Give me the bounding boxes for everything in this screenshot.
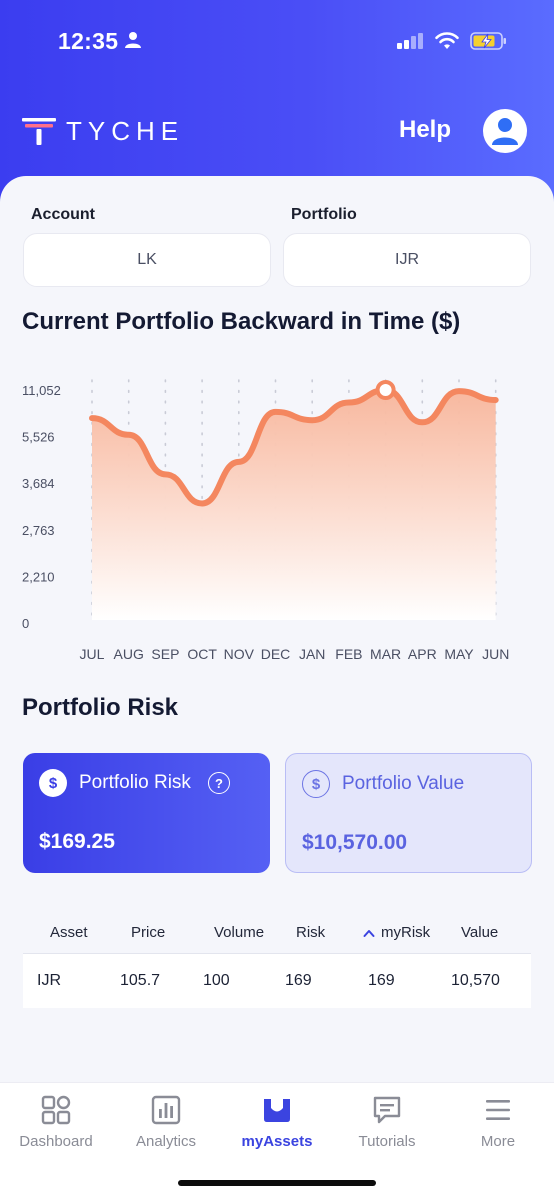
cell-asset: IJR — [37, 972, 61, 989]
x-tick-label-oct: OCT — [187, 646, 217, 662]
portfolio-select[interactable]: IJR — [283, 233, 531, 287]
y-tick-label: 2,763 — [22, 523, 55, 538]
nav-item-analytics[interactable]: Analytics — [111, 1095, 221, 1150]
x-tick-label-aug: AUG — [114, 646, 144, 662]
home-indicator — [178, 1180, 376, 1186]
wifi-icon — [435, 32, 459, 49]
x-tick-label-mar: MAR — [370, 646, 401, 662]
portfolio-value-amount: $10,570.00 — [302, 831, 408, 854]
tyche-logo-icon — [22, 118, 56, 145]
nav-item-more[interactable]: More — [443, 1095, 553, 1150]
bar-chart-icon — [151, 1095, 181, 1125]
data-point-feb[interactable] — [346, 400, 352, 406]
data-point-may[interactable] — [456, 388, 462, 394]
cell-myrisk: 169 — [368, 972, 395, 989]
account-value: LK — [137, 251, 157, 268]
app-header: TYCHE Help — [0, 100, 554, 164]
cell-risk: 169 — [285, 972, 312, 989]
y-tick-label: 3,684 — [22, 476, 55, 491]
person-status-icon — [125, 32, 141, 48]
x-tick-label-sep: SEP — [151, 646, 179, 662]
x-tick-label-nov: NOV — [224, 646, 255, 662]
x-tick-label-apr: APR — [408, 646, 437, 662]
nav-label-myassets: myAssets — [241, 1133, 313, 1150]
portfolio-value-card[interactable]: $ Portfolio Value $10,570.00 — [285, 753, 532, 873]
data-point-jan[interactable] — [309, 417, 315, 423]
column-header-price[interactable]: Price — [131, 912, 165, 953]
column-header-myrisk[interactable]: myRisk — [363, 912, 430, 953]
x-tick-label-jul: JUL — [80, 646, 105, 662]
inbox-tray-icon — [264, 1099, 290, 1122]
data-point-oct[interactable] — [199, 500, 205, 506]
portfolio-value: IJR — [395, 251, 419, 268]
data-point-jul[interactable] — [89, 415, 95, 421]
nav-label-analytics: Analytics — [135, 1133, 197, 1150]
brand-logo-text: TYCHE — [66, 116, 185, 146]
x-tick-label-may: MAY — [444, 646, 474, 662]
help-question-icon[interactable]: ? — [208, 772, 230, 794]
status-time: 12:35 — [58, 28, 119, 54]
data-point-jun[interactable] — [493, 397, 499, 403]
highlighted-data-point[interactable] — [375, 380, 396, 400]
y-tick-label: 0 — [22, 616, 29, 631]
assets-table: Asset Price Volume Risk myRisk Value IJR… — [23, 912, 531, 1008]
cell-price: 105.7 — [120, 972, 161, 989]
nav-label-more: More — [480, 1133, 516, 1150]
table-row[interactable]: IJR 105.7 100 169 169 10,570 — [23, 954, 531, 1008]
account-label: Account — [31, 206, 95, 223]
data-point-nov[interactable] — [236, 459, 242, 465]
x-tick-label-jun: JUN — [482, 646, 509, 662]
portfolio-risk-card-title: Portfolio Risk — [79, 772, 191, 793]
y-tick-label: 5,526 — [22, 430, 55, 445]
data-point-sep[interactable] — [162, 471, 168, 477]
nav-label-dashboard: Dashboard — [19, 1133, 93, 1150]
battery-charging-icon — [470, 32, 506, 50]
cell-value: 10,570 — [451, 972, 500, 989]
y-tick-label: 11,052 — [22, 383, 61, 398]
chart-area — [92, 390, 496, 620]
nav-item-tutorials[interactable]: Tutorials — [332, 1095, 442, 1150]
portfolio-history-chart[interactable]: 11,052 5,526 3,684 2,763 2,210 0 JUL AUG SEP OCT… — [0, 366, 554, 676]
column-header-risk[interactable]: Risk — [296, 912, 325, 953]
message-icon — [373, 1096, 401, 1124]
column-header-value[interactable]: Value — [461, 912, 498, 953]
chart-title: Current Portfolio Backward in Time ($) — [22, 308, 461, 335]
sort-ascending-icon — [363, 929, 375, 937]
nav-label-tutorials: Tutorials — [358, 1133, 416, 1150]
x-tick-label-jan: JAN — [299, 646, 325, 662]
y-tick-label: 2,210 — [22, 569, 55, 584]
data-point-dec[interactable] — [273, 409, 279, 415]
table-header-row: Asset Price Volume Risk myRisk Value — [23, 912, 531, 954]
status-bar: 12:35 — [0, 0, 554, 84]
cellular-signal-icon — [397, 33, 423, 49]
dollar-icon: $ — [302, 770, 330, 798]
column-header-asset[interactable]: Asset — [50, 912, 88, 953]
data-point-aug[interactable] — [126, 432, 132, 438]
portfolio-risk-value: $169.25 — [39, 830, 115, 853]
x-tick-label-dec: DEC — [261, 646, 291, 662]
grid-icon — [41, 1095, 71, 1125]
cell-volume: 100 — [203, 972, 230, 989]
column-header-volume[interactable]: Volume — [214, 912, 264, 953]
risk-section-title: Portfolio Risk — [22, 694, 179, 721]
portfolio-label: Portfolio — [291, 206, 357, 223]
menu-icon — [486, 1100, 510, 1120]
help-link[interactable]: Help — [399, 116, 451, 144]
portfolio-risk-card[interactable]: $ Portfolio Risk ? $169.25 — [23, 753, 270, 873]
nav-item-dashboard[interactable]: Dashboard — [1, 1095, 111, 1150]
account-select[interactable]: LK — [23, 233, 271, 287]
portfolio-value-card-title: Portfolio Value — [342, 773, 465, 794]
user-avatar-icon — [492, 118, 518, 145]
data-point-apr[interactable] — [419, 419, 425, 425]
nav-item-myassets[interactable]: myAssets — [222, 1095, 332, 1150]
dollar-icon: $ — [39, 769, 67, 797]
x-tick-label-feb: FEB — [335, 646, 362, 662]
profile-button[interactable] — [483, 109, 527, 153]
